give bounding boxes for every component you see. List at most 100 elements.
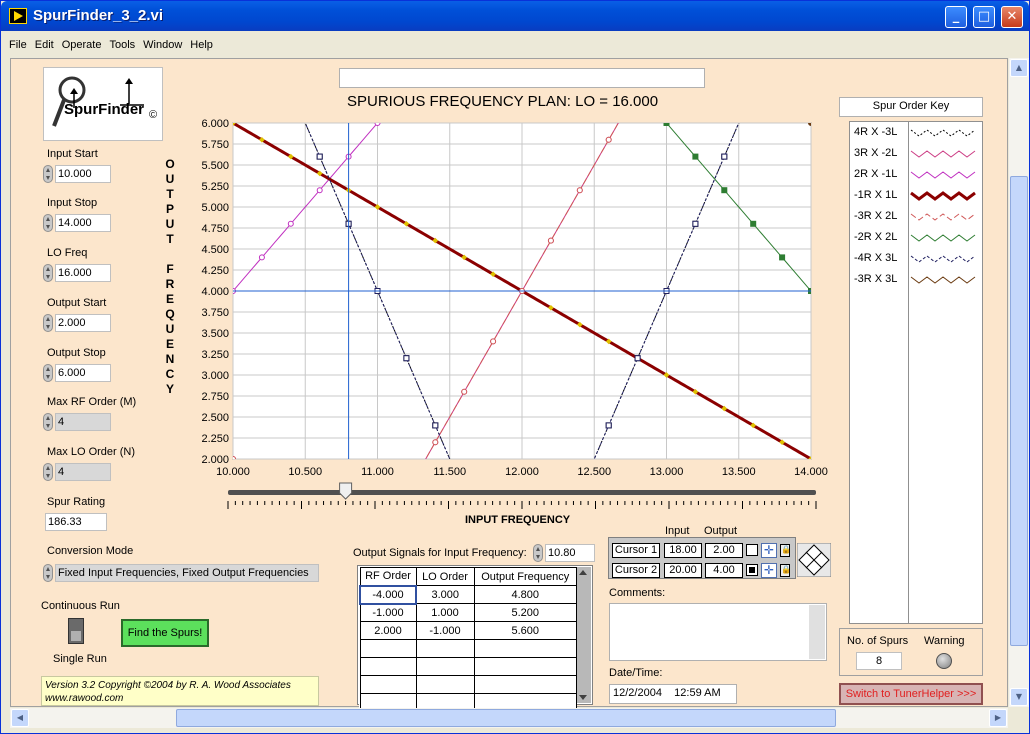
scroll-down-icon[interactable]: ▼ [1010,688,1028,706]
lo-freq-spinner[interactable] [43,264,53,282]
y-tick-label: 5.750 [201,139,229,151]
slider-ticks [227,501,817,509]
max-lo-field[interactable]: 4 [55,463,111,481]
max-lo-spinner[interactable] [43,463,53,481]
scroll-right-icon[interactable]: ▶ [989,709,1007,727]
cursor-2-output[interactable]: 4.00 [705,563,743,578]
y-axis-label-char: E [165,337,174,351]
scroll-up-icon[interactable]: ▲ [1010,59,1028,77]
input-frequency-spinner[interactable] [533,544,543,562]
scroll-down-icon[interactable] [579,695,587,700]
cursor-2-lock-icon[interactable]: 🔒 [780,564,791,577]
table-row[interactable]: -1.000 1.000 5.200 [359,603,577,622]
table-cell[interactable] [359,639,417,658]
menu-file[interactable]: File [5,39,31,57]
table-row[interactable] [359,675,577,694]
horizontal-scrollbar[interactable]: ◀ ▶ [10,708,1008,728]
cursor-2-input[interactable]: 20.00 [664,563,702,578]
cursor-2-style-icon[interactable] [746,564,758,576]
table-row[interactable]: 2.000 -1.000 5.600 [359,621,577,640]
table-cell[interactable]: 3.000 [415,585,475,604]
cursor-movement-icon[interactable] [797,543,831,577]
series-point [432,422,439,429]
spur-rating-label: Spur Rating [47,496,106,508]
table-cell[interactable]: 5.200 [473,603,577,622]
menu-edit[interactable]: Edit [31,39,58,57]
conversion-mode-select[interactable]: Fixed Input Frequencies, Fixed Output Fr… [55,564,319,582]
scroll-left-icon[interactable]: ◀ [11,709,29,727]
spurfinder-logo-icon: SpurFinder © [52,76,157,127]
output-start-field[interactable]: 2.000 [55,314,111,332]
horizontal-scroll-thumb[interactable] [176,709,836,727]
table-cell[interactable]: 2.000 [359,621,417,640]
switch-tunerhelper-button[interactable]: Switch to TunerHelper >>> [839,683,983,705]
table-cell[interactable] [415,657,475,676]
table-cell[interactable] [415,675,475,694]
output-stop-spinner[interactable] [43,364,53,382]
cursor-2-name[interactable]: Cursor 2 [612,563,660,578]
input-stop-field[interactable]: 14.000 [55,214,111,232]
minimize-button[interactable]: _ [945,6,967,28]
table-cell[interactable] [415,639,475,658]
max-rf-spinner[interactable] [43,413,53,431]
scroll-up-icon[interactable] [579,570,587,575]
vertical-scrollbar[interactable]: ▲ ▼ [1009,58,1029,707]
cursor-1-crosshair-icon[interactable]: ✛ [761,543,777,558]
menu-tools[interactable]: Tools [105,39,139,57]
menu-operate[interactable]: Operate [58,39,106,57]
find-spurs-button[interactable]: Find the Spurs! [121,619,209,647]
table-cell[interactable] [473,675,577,694]
cursor-1-output[interactable]: 2.00 [705,543,743,558]
input-frequency-field[interactable]: 10.80 [545,544,595,562]
table-cell[interactable] [359,657,417,676]
series-point [605,422,612,429]
input-start-spinner[interactable] [43,165,53,183]
run-mode-toggle[interactable] [68,618,84,644]
cursor-1-input[interactable]: 18.00 [664,543,702,558]
series-line [810,123,811,124]
series-point [605,136,612,143]
y-axis-label-char: Q [165,307,175,321]
cursor-2-crosshair-icon[interactable]: ✛ [761,563,777,578]
table-row[interactable] [359,639,577,658]
y-axis-label-char: T [166,232,174,246]
output-stop-field[interactable]: 6.000 [55,364,111,382]
table-cell[interactable] [473,639,577,658]
menu-window[interactable]: Window [139,39,186,57]
max-rf-field[interactable]: 4 [55,413,111,431]
table-cell[interactable]: 4.800 [473,585,577,604]
input-slider-thumb[interactable] [339,482,353,500]
y-axis-label-char: E [165,292,174,306]
cursor-1-name[interactable]: Cursor 1 [612,543,660,558]
output-start-spinner[interactable] [43,314,53,332]
spur-count-label: No. of Spurs [847,635,909,647]
conversion-mode-spinner[interactable] [43,564,53,582]
datetime-field[interactable]: 12/2/2004 12:59 AM [609,684,737,704]
table-cell[interactable] [359,675,417,694]
input-start-field[interactable]: 10.000 [55,165,111,183]
spur-chart[interactable]: 6.000 5.750 5.500 5.250 5.000 4.750 4.500 4.250… [191,113,831,523]
table-scrollbar[interactable] [577,567,591,703]
table-row[interactable]: -4.000 3.000 4.800 [359,584,577,605]
table-cell[interactable]: -1.000 [415,621,475,640]
table-cell[interactable]: 5.600 [473,621,577,640]
table-row[interactable] [359,657,577,676]
vertical-scroll-thumb[interactable] [1010,176,1028,646]
cursor-1-style-icon[interactable] [746,544,758,556]
x-tick-label: 10.500 [288,466,322,478]
lo-freq-field[interactable]: 16.000 [55,264,111,282]
spur-count-value: 8 [856,652,902,670]
comments-field[interactable] [609,603,827,661]
cursor-1-lock-icon[interactable]: 🔒 [780,544,791,557]
menu-help[interactable]: Help [186,39,217,57]
table-cell[interactable]: -1.000 [359,603,417,622]
input-stop-spinner[interactable] [43,214,53,232]
comments-scrollbar[interactable] [809,605,825,659]
table-cell[interactable]: -4.000 [359,584,417,605]
maximize-button[interactable]: □ [973,6,995,28]
input-slider-track[interactable] [228,490,816,495]
cursor-legend: Cursor 1 18.00 2.00 ✛ 🔒 Cursor 2 20.00 4… [608,537,796,579]
table-cell[interactable]: 1.000 [415,603,475,622]
table-cell[interactable] [473,657,577,676]
close-button[interactable]: ✕ [1001,6,1023,28]
